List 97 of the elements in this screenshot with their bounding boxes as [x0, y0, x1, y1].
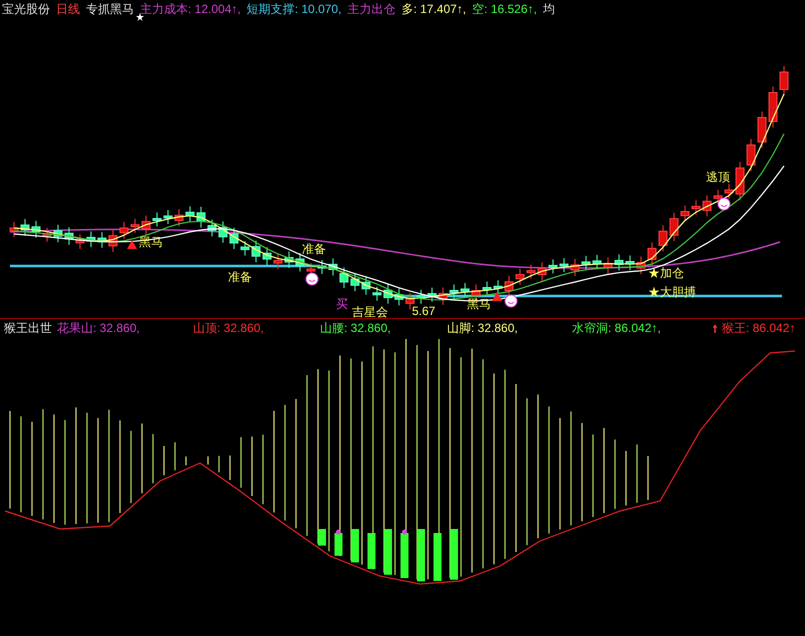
candlestick [746, 138, 756, 172]
formula-name: 专抓黑马 [86, 2, 134, 16]
candlestick [636, 256, 646, 275]
smiley-icon [718, 198, 730, 210]
indicator-label: 短期支撑: 10.070, [246, 2, 342, 16]
candlestick [372, 286, 382, 302]
indicator-label: ↑ [712, 321, 718, 335]
candlestick [702, 194, 712, 217]
candlestick [208, 219, 216, 237]
candlestick [394, 288, 404, 306]
candlestick [428, 287, 436, 302]
candlestick [450, 284, 458, 299]
candlestick [142, 215, 150, 236]
candlestick [758, 111, 766, 148]
candlestick [384, 284, 392, 304]
candlestick [516, 268, 524, 286]
indicator-label: 空: 16.526↑, [472, 2, 537, 16]
signal-label: 逃顶 [706, 171, 730, 184]
star-icon [136, 13, 144, 21]
triangle-icon [492, 292, 502, 301]
signal-label: ★加仓 [648, 267, 684, 280]
signal-label: 准备 [228, 271, 252, 284]
candlestick [196, 206, 206, 228]
candlestick [296, 252, 304, 272]
candlestick [152, 212, 162, 228]
candlestick [482, 281, 492, 296]
candlestick [768, 86, 778, 128]
indicator-name: 猴王出世 [4, 321, 52, 335]
signal-label: 吉星会 [352, 306, 388, 319]
candlestick [350, 272, 360, 292]
candlestick [582, 255, 590, 270]
candlestick [120, 222, 128, 240]
triangle-icon [127, 240, 137, 249]
candlestick [186, 206, 194, 222]
period-label: 日线 [56, 2, 80, 16]
candlestick [54, 224, 62, 243]
candlestick [614, 254, 624, 271]
candlestick [438, 286, 448, 306]
candlestick [76, 234, 84, 250]
candlestick [406, 292, 414, 310]
candlestick [230, 227, 238, 250]
indicator-label: 猴王: 86.042↑ [722, 321, 796, 335]
smiley-icon [504, 294, 518, 308]
candlestick [658, 224, 668, 252]
candlestick [526, 264, 536, 280]
candlestick [284, 251, 294, 268]
candlestick [416, 289, 426, 304]
indicator-label: 多: 17.407↑, [401, 2, 466, 16]
signal-label: 5.67 [412, 305, 436, 318]
indicator-label: 山脚: 32.860, [447, 321, 518, 335]
candlestick [724, 184, 734, 200]
candlestick [10, 222, 18, 238]
indicator-label: 主力成本: 12.004↑, [140, 2, 241, 16]
candlestick [164, 209, 172, 224]
candlestick [318, 260, 326, 275]
candlestick [240, 240, 250, 256]
candlestick [130, 218, 140, 234]
candlestick [20, 218, 30, 236]
candlestick [560, 258, 568, 273]
candlestick [460, 282, 470, 298]
candlestick [252, 240, 260, 263]
candlestick [174, 208, 184, 227]
indicator-label: 主力出仓 [347, 2, 396, 16]
stock-name: 宝光股份 [2, 2, 50, 16]
candlestick [274, 254, 282, 270]
candlestick [328, 258, 338, 276]
candlestick [780, 66, 788, 96]
candlestick [692, 200, 700, 216]
candlestick [32, 220, 40, 238]
candlestick [736, 162, 744, 200]
candlestick [98, 232, 106, 248]
indicator-label: 山腰: 32.860, [320, 321, 391, 335]
candlestick [362, 276, 370, 296]
candlestick [218, 220, 228, 244]
candlestick [548, 258, 558, 274]
candlestick [262, 246, 272, 266]
candlestick [680, 205, 690, 222]
candlestick [670, 212, 678, 242]
signal-label: 准备 [302, 243, 326, 256]
candlestick [86, 230, 96, 248]
candlestick [42, 227, 52, 242]
candlestick [626, 255, 634, 271]
candlestick [604, 256, 612, 274]
indicator-label: 水帘洞: 86.042↑, [572, 321, 661, 335]
indicator-label: 山顶: 32.860, [193, 321, 264, 335]
indicator-label: 均 [542, 2, 555, 16]
candlestick [648, 242, 656, 266]
signal-label: 买 [336, 298, 348, 311]
candlestick [340, 267, 348, 288]
candlestick [64, 226, 74, 246]
candlestick [570, 258, 580, 276]
smiley-icon [306, 272, 318, 286]
candlestick [592, 254, 602, 270]
candlestick [108, 229, 118, 252]
signal-label: 黑马 [467, 298, 491, 311]
indicator-label: 花果山: 32.860, [57, 321, 140, 335]
candlestick [538, 262, 546, 282]
